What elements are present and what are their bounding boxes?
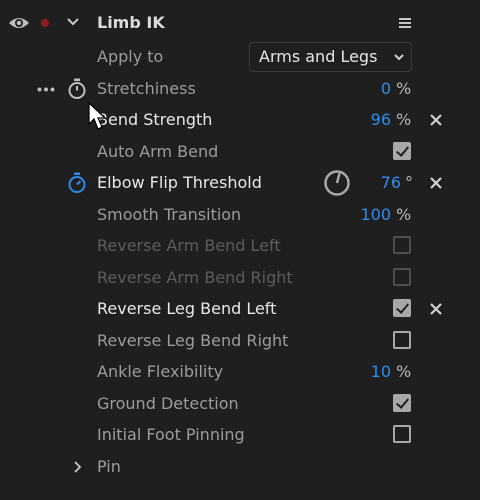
smooth-transition-unit: % — [396, 205, 412, 224]
param-elbow-flip-threshold: Elbow Flip Threshold 76 ° — [0, 168, 480, 198]
angle-dial-icon[interactable] — [323, 169, 351, 197]
pin-group-label: Pin — [97, 457, 121, 476]
reset-close-icon[interactable] — [428, 112, 444, 128]
more-options-icon[interactable] — [37, 87, 55, 92]
ground-detection-checkbox[interactable] — [393, 394, 411, 412]
reset-close-icon[interactable] — [428, 301, 444, 317]
param-bend-strength: Bend Strength 96 % — [0, 105, 480, 135]
hamburger-menu-icon[interactable] — [398, 17, 412, 29]
mouse-pointer-icon — [88, 102, 107, 130]
pin-group[interactable]: Pin — [0, 452, 480, 482]
dropdown-chevron-icon — [394, 54, 404, 61]
limb-ik-panel: Limb IK Apply to Arms and Legs Stretchin… — [0, 0, 480, 500]
param-reverse-arm-bend-right: Reverse Arm Bend Right — [0, 263, 480, 293]
stopwatch-icon[interactable] — [67, 78, 87, 100]
smooth-transition-label: Smooth Transition — [97, 205, 242, 224]
record-dot-icon[interactable] — [40, 18, 50, 28]
reverse-arm-bend-right-checkbox[interactable] — [393, 268, 411, 286]
reverse-arm-bend-left-label: Reverse Arm Bend Left — [97, 236, 281, 255]
param-initial-foot-pinning: Initial Foot Pinning — [0, 420, 480, 450]
param-reverse-leg-bend-right: Reverse Leg Bend Right — [0, 326, 480, 356]
reverse-leg-bend-left-label: Reverse Leg Bend Left — [97, 299, 277, 318]
param-ankle-flexibility: Ankle Flexibility 10 % — [0, 357, 480, 387]
ankle-flexibility-value[interactable]: 10 — [341, 357, 391, 387]
header-row: Limb IK — [0, 8, 480, 38]
smooth-transition-value[interactable]: 100 — [341, 200, 391, 230]
bend-strength-label: Bend Strength — [97, 110, 213, 129]
apply-to-label: Apply to — [97, 47, 164, 66]
reset-close-icon[interactable] — [428, 175, 444, 191]
ankle-flexibility-unit: % — [396, 362, 412, 381]
param-auto-arm-bend: Auto Arm Bend — [0, 137, 480, 167]
ground-detection-label: Ground Detection — [97, 394, 239, 413]
reverse-leg-bend-right-checkbox[interactable] — [393, 331, 411, 349]
param-ground-detection: Ground Detection — [0, 389, 480, 419]
param-smooth-transition: Smooth Transition 100 % — [0, 200, 480, 230]
stopwatch-active-icon[interactable] — [67, 172, 87, 194]
apply-to-dropdown[interactable]: Arms and Legs — [249, 42, 412, 72]
bend-strength-value[interactable]: 96 — [341, 105, 391, 135]
apply-to-selected: Arms and Legs — [259, 47, 378, 66]
auto-arm-bend-checkbox[interactable] — [393, 142, 411, 160]
elbow-flip-threshold-value[interactable]: 76 — [351, 168, 401, 198]
param-reverse-leg-bend-left: Reverse Leg Bend Left — [0, 294, 480, 324]
reverse-leg-bend-left-checkbox[interactable] — [393, 299, 411, 317]
initial-foot-pinning-checkbox[interactable] — [393, 425, 411, 443]
chevron-down-icon[interactable] — [66, 17, 80, 27]
elbow-flip-threshold-label: Elbow Flip Threshold — [97, 173, 262, 192]
elbow-flip-threshold-unit: ° — [405, 173, 413, 192]
stretchiness-value[interactable]: 0 — [341, 74, 391, 104]
effect-title: Limb IK — [97, 13, 165, 32]
reverse-arm-bend-right-label: Reverse Arm Bend Right — [97, 268, 293, 287]
param-reverse-arm-bend-left: Reverse Arm Bend Left — [0, 231, 480, 261]
ankle-flexibility-label: Ankle Flexibility — [97, 362, 224, 381]
stretchiness-unit: % — [396, 79, 412, 98]
initial-foot-pinning-label: Initial Foot Pinning — [97, 425, 245, 444]
auto-arm-bend-label: Auto Arm Bend — [97, 142, 219, 161]
reverse-leg-bend-right-label: Reverse Leg Bend Right — [97, 331, 289, 350]
chevron-right-icon[interactable] — [73, 460, 82, 474]
bend-strength-unit: % — [396, 110, 412, 129]
reverse-arm-bend-left-checkbox[interactable] — [393, 236, 411, 254]
param-stretchiness: Stretchiness 0 % — [0, 74, 480, 104]
stretchiness-label: Stretchiness — [97, 79, 196, 98]
eye-icon[interactable] — [8, 15, 30, 31]
